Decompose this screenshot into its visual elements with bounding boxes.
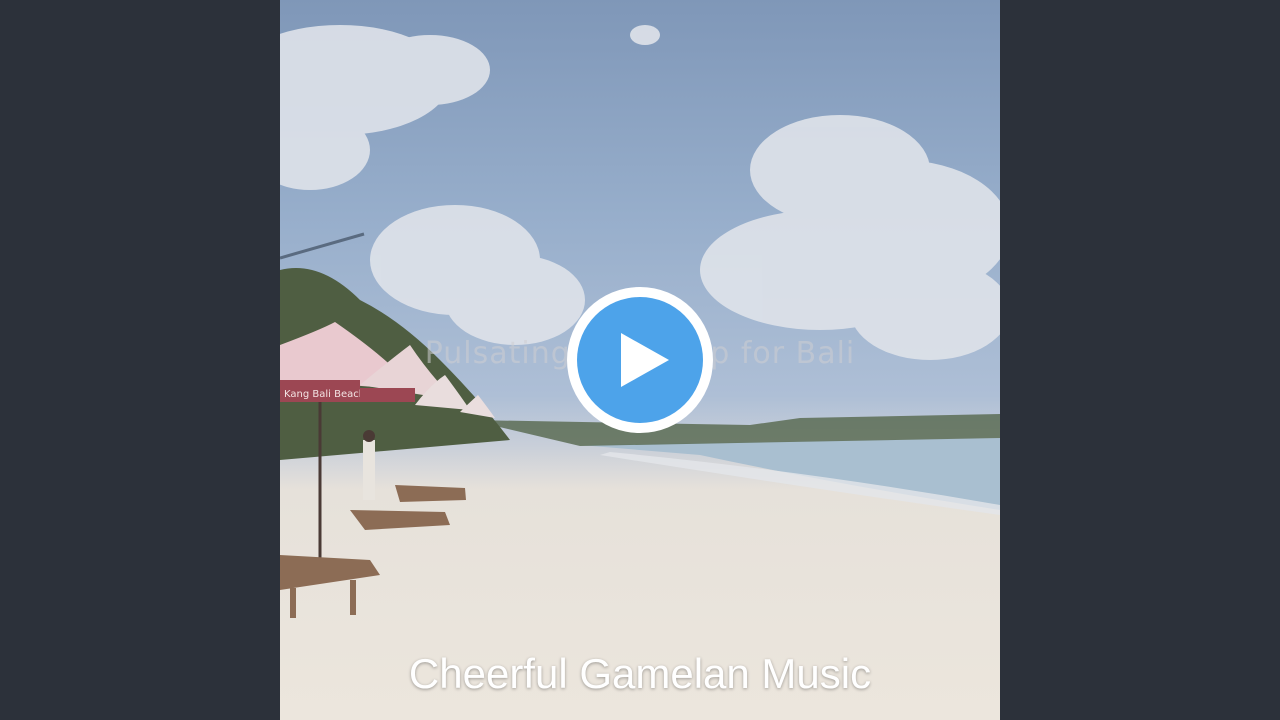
play-icon <box>621 333 669 387</box>
artist-caption: Cheerful Gamelan Music <box>408 650 872 697</box>
play-button-circle[interactable] <box>577 297 703 423</box>
play-button[interactable] <box>567 287 713 433</box>
sunbeds <box>280 485 466 618</box>
video-player[interactable]: Kang Bali Beach Clean Pulsating Backdrop… <box>0 0 1280 720</box>
person <box>363 440 375 500</box>
